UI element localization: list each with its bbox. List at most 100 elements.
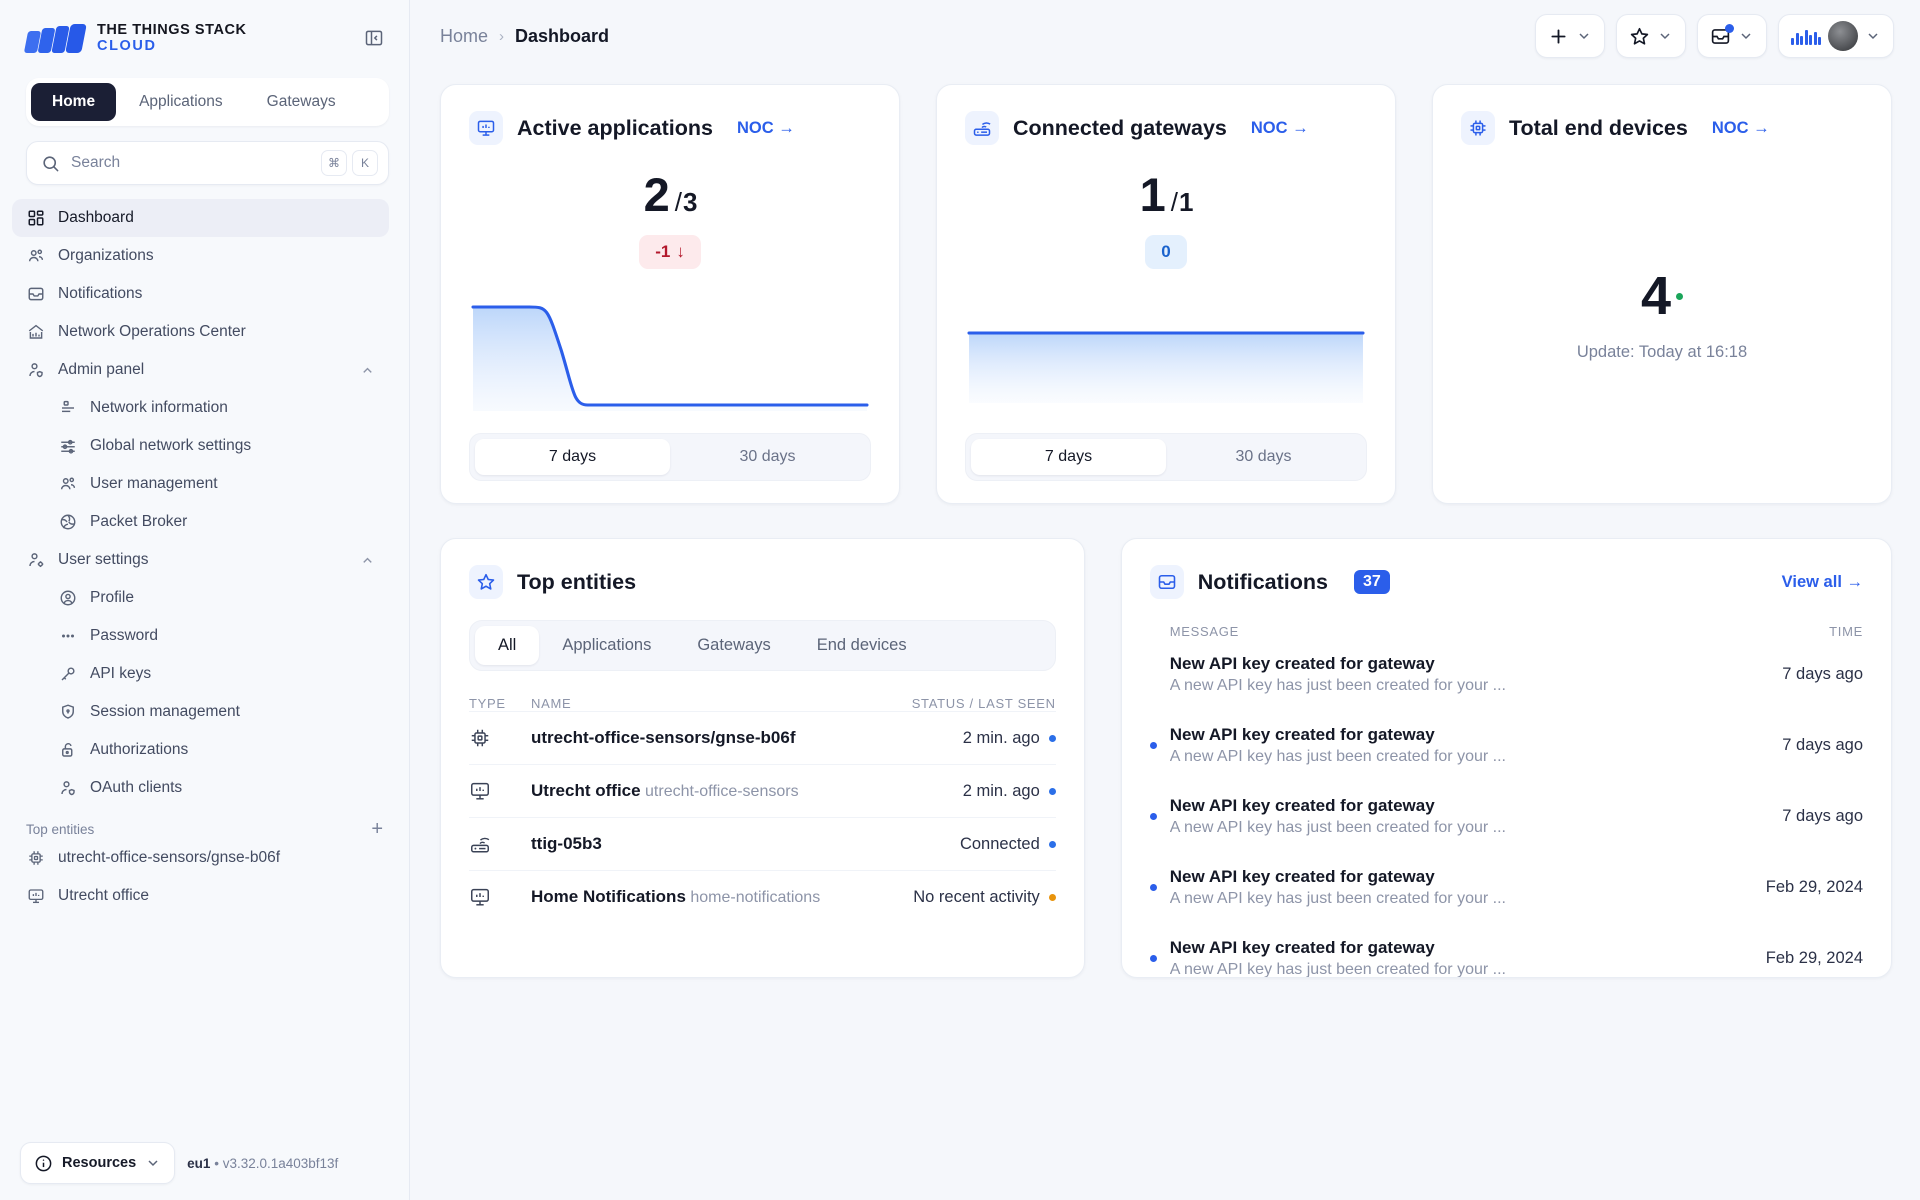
sliders-icon xyxy=(58,436,78,456)
sidebar-item-packet-broker[interactable]: Packet Broker xyxy=(12,503,389,541)
dots-icon xyxy=(58,626,78,646)
table-row[interactable]: ttig-05b3 Connected xyxy=(469,817,1056,870)
sidebar-item-user-management[interactable]: User management xyxy=(12,465,389,503)
entity-name: Home Notifications xyxy=(531,887,686,906)
sidebar-item-password[interactable]: Password xyxy=(12,617,389,655)
inbox-icon xyxy=(26,284,46,304)
gateway-icon xyxy=(965,111,999,145)
sidebar-item-admin-panel[interactable]: Admin panel xyxy=(12,351,389,389)
panel-collapse-icon[interactable] xyxy=(359,23,389,53)
sidebar-item-profile[interactable]: Profile xyxy=(12,579,389,617)
noc-link[interactable]: NOC → xyxy=(1251,119,1309,138)
top-entities-table-header: TYPE NAME STATUS / LAST SEEN xyxy=(469,696,1056,711)
breadcrumb-current: Dashboard xyxy=(515,26,609,47)
sidebar-item-network-information[interactable]: Network information xyxy=(12,389,389,427)
unlock-icon xyxy=(58,740,78,760)
aperture-icon xyxy=(58,512,78,532)
notification-row[interactable]: New API key created for gateway A new AP… xyxy=(1150,639,1863,710)
range-7-days[interactable]: 7 days xyxy=(475,439,670,475)
chevron-up-icon[interactable] xyxy=(360,553,375,568)
stat-current: 1 xyxy=(1140,168,1165,221)
resources-button[interactable]: Resources xyxy=(20,1142,175,1184)
table-row[interactable]: Home Notifications home-notifications No… xyxy=(469,870,1056,923)
notification-title: New API key created for gateway xyxy=(1170,796,1760,816)
notification-body: New API key created for gateway A new AP… xyxy=(1170,796,1760,837)
favorite-item-label: Utrecht office xyxy=(58,887,149,905)
sidebar-item-user-settings[interactable]: User settings xyxy=(12,541,389,579)
add-favorite-button[interactable]: + xyxy=(371,819,383,839)
sidebar-item-global-network-settings[interactable]: Global network settings xyxy=(12,427,389,465)
card-title: Total end devices xyxy=(1509,116,1688,141)
notifications-table-header: MESSAGE TIME xyxy=(1150,624,1863,639)
sidebar-item-notifications[interactable]: Notifications xyxy=(12,275,389,313)
user-shield-icon xyxy=(58,778,78,798)
shield-icon xyxy=(58,702,78,722)
range-7-days[interactable]: 7 days xyxy=(971,439,1166,475)
chevron-down-icon[interactable] xyxy=(1576,28,1592,44)
column-name: NAME xyxy=(531,696,912,711)
table-row[interactable]: utrecht-office-sensors/gnse-b06f 2 min. … xyxy=(469,711,1056,764)
notification-row[interactable]: New API key created for gateway A new AP… xyxy=(1150,923,1863,978)
sidebar-item-dashboard[interactable]: Dashboard xyxy=(12,199,389,237)
notification-row[interactable]: New API key created for gateway A new AP… xyxy=(1150,710,1863,781)
sidebar-item-label: Admin panel xyxy=(58,361,144,379)
resources-label: Resources xyxy=(62,1155,136,1171)
entity-name: ttig-05b3 xyxy=(531,834,602,853)
stat-slash: / xyxy=(675,187,681,217)
profile-button[interactable] xyxy=(1778,14,1894,58)
users-icon xyxy=(58,474,78,494)
sidebar-tab-gateways[interactable]: Gateways xyxy=(246,83,357,121)
favorite-item-application[interactable]: Utrecht office xyxy=(12,877,389,915)
notification-body: New API key created for gateway A new AP… xyxy=(1170,725,1760,766)
the-things-stack-logo-icon xyxy=(26,24,84,53)
chevron-down-icon[interactable] xyxy=(1738,28,1754,44)
notification-time: 7 days ago xyxy=(1760,665,1863,684)
stat-slash: / xyxy=(1171,187,1177,217)
version-label: v3.32.0.1a403bf13f xyxy=(223,1156,339,1171)
search-input[interactable]: Search ⌘ K xyxy=(26,141,389,185)
sidebar-item-authorizations[interactable]: Authorizations xyxy=(12,731,389,769)
status-dot xyxy=(1049,788,1056,795)
grid-icon xyxy=(26,208,46,228)
noc-link[interactable]: NOC → xyxy=(1712,119,1770,138)
cluster-label: eu1 xyxy=(187,1156,210,1171)
favorites-button[interactable] xyxy=(1616,14,1686,58)
sidebar-item-network-operations-center[interactable]: Network Operations Center xyxy=(12,313,389,351)
sidebar-item-api-keys[interactable]: API keys xyxy=(12,655,389,693)
add-button[interactable] xyxy=(1535,14,1605,58)
favorite-item-device[interactable]: utrecht-office-sensors/gnse-b06f xyxy=(12,839,389,877)
unread-indicator xyxy=(1150,813,1170,820)
sidebar-item-session-management[interactable]: Session management xyxy=(12,693,389,731)
notification-time: 7 days ago xyxy=(1760,807,1863,826)
sidebar-item-organizations[interactable]: Organizations xyxy=(12,237,389,275)
chevron-up-icon[interactable] xyxy=(360,363,375,378)
range-30-days[interactable]: 30 days xyxy=(1166,439,1361,475)
sidebar: THE THINGS STACK CLOUD Home Applications… xyxy=(0,0,410,1200)
sidebar-tab-home[interactable]: Home xyxy=(31,83,116,121)
applications-range-toggle: 7 days 30 days xyxy=(469,433,871,481)
breadcrumb-home[interactable]: Home xyxy=(440,26,488,47)
notification-preview: A new API key has just been created for … xyxy=(1170,677,1760,695)
entity-id: home-notifications xyxy=(690,889,820,906)
topbar: Home › Dashboard xyxy=(410,0,1920,72)
chevron-down-icon[interactable] xyxy=(1865,28,1881,44)
chevron-down-icon[interactable] xyxy=(1657,28,1673,44)
tab-all[interactable]: All xyxy=(475,626,539,665)
entity-name-cell: Utrecht office utrecht-office-sensors xyxy=(531,781,963,801)
chart-home-icon xyxy=(26,322,46,342)
table-row[interactable]: Utrecht office utrecht-office-sensors 2 … xyxy=(469,764,1056,817)
range-30-days[interactable]: 30 days xyxy=(670,439,865,475)
tab-applications[interactable]: Applications xyxy=(539,626,674,665)
star-icon xyxy=(1629,26,1650,47)
sidebar-tab-applications[interactable]: Applications xyxy=(118,83,244,121)
sidebar-item-label: Global network settings xyxy=(90,437,251,455)
sidebar-item-oauth-clients[interactable]: OAuth clients xyxy=(12,769,389,807)
noc-link[interactable]: NOC → xyxy=(737,119,795,138)
view-all-link[interactable]: View all → xyxy=(1782,573,1863,592)
notifications-button[interactable] xyxy=(1697,14,1767,58)
notification-row[interactable]: New API key created for gateway A new AP… xyxy=(1150,852,1863,923)
notification-row[interactable]: New API key created for gateway A new AP… xyxy=(1150,781,1863,852)
tab-gateways[interactable]: Gateways xyxy=(674,626,793,665)
tab-end-devices[interactable]: End devices xyxy=(794,626,930,665)
stat-value-block: 2/3 -1 ↓ xyxy=(469,171,871,269)
